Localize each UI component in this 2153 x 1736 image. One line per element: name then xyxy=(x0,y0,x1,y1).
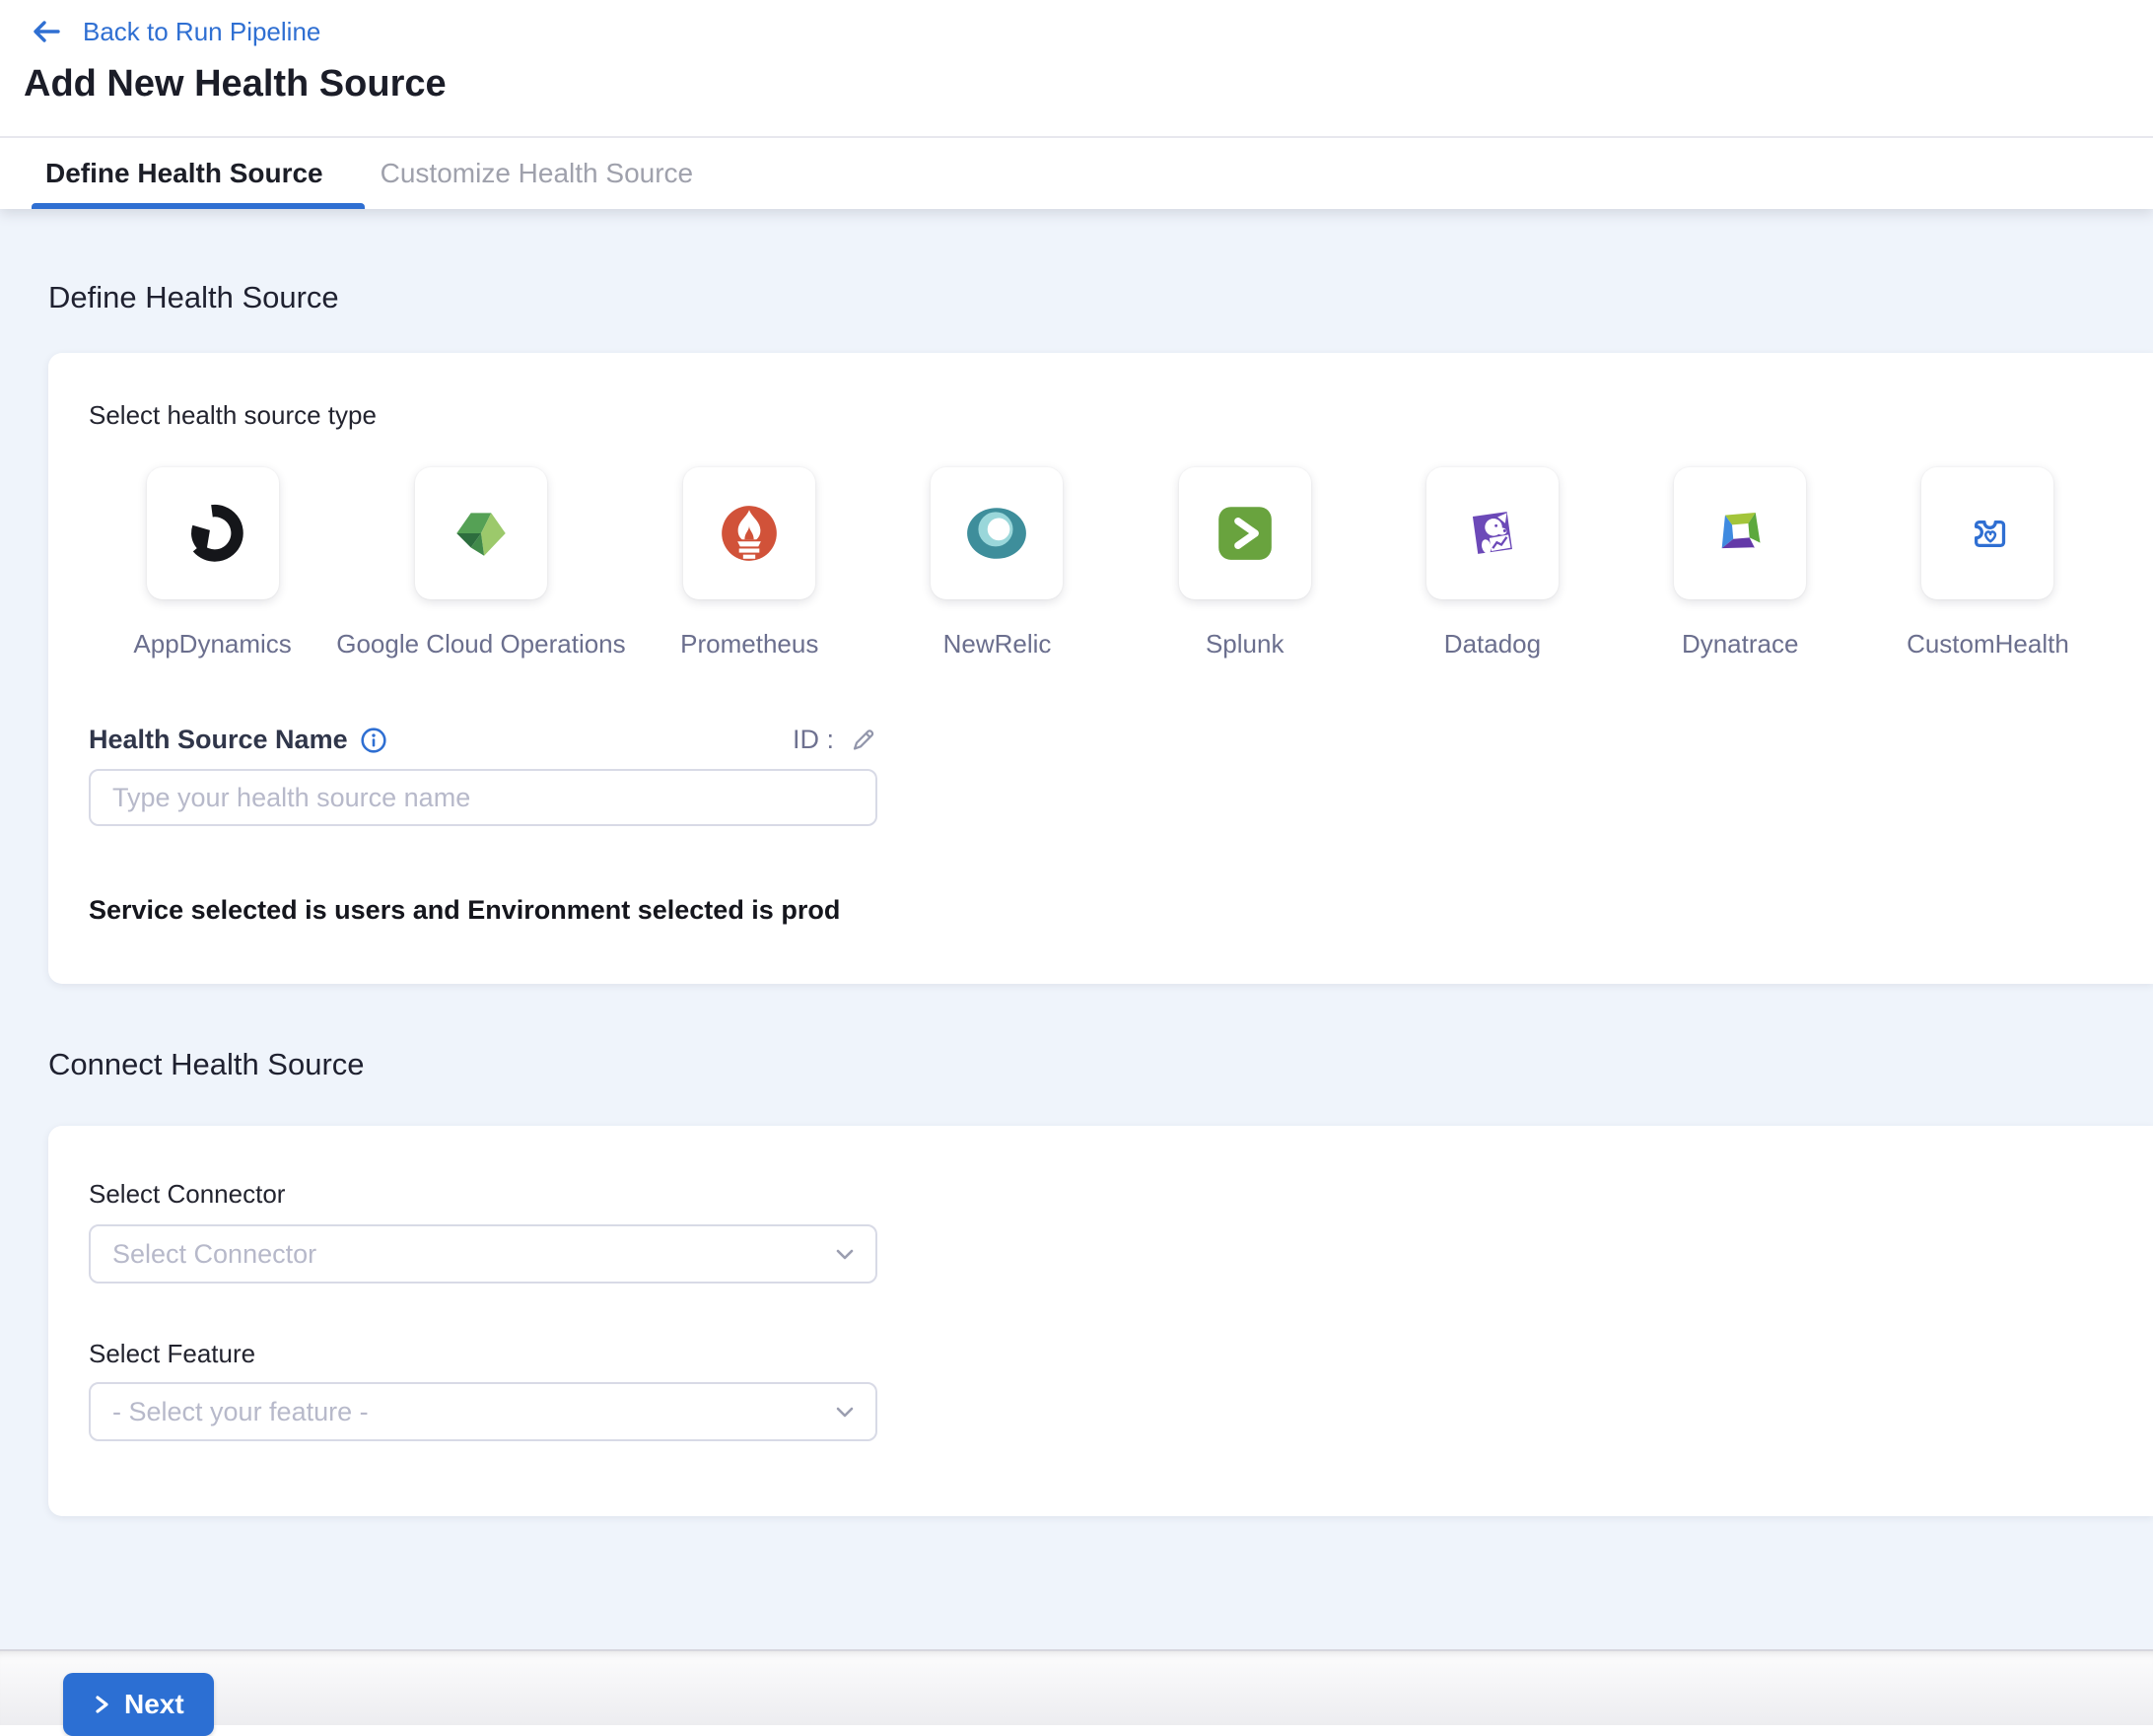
page-title: Add New Health Source xyxy=(24,63,2153,105)
dynatrace-tile[interactable] xyxy=(1674,467,1806,599)
gco-tile[interactable] xyxy=(415,467,547,599)
connector-select-placeholder: Select Connector xyxy=(112,1239,316,1270)
source-label: Splunk xyxy=(1206,629,1285,660)
edit-pencil-icon[interactable] xyxy=(848,726,877,755)
source-option-datadog: Datadog xyxy=(1368,467,1616,660)
source-option-appdynamics: AppDynamics xyxy=(89,467,336,660)
service-environment-note: Service selected is users and Environmen… xyxy=(89,895,2153,926)
active-tab-underline xyxy=(32,203,365,209)
source-option-prometheus: Prometheus xyxy=(626,467,873,660)
define-health-source-card: Select health source type AppDynamics xyxy=(48,353,2153,984)
customhealth-tile[interactable] xyxy=(1921,467,2053,599)
page-header: Back to Run Pipeline Add New Health Sour… xyxy=(0,0,2153,209)
define-section-heading: Define Health Source xyxy=(48,209,2153,315)
chevron-down-icon xyxy=(832,1399,858,1424)
customhealth-puzzle-heart-icon xyxy=(1955,501,2020,566)
source-label: AppDynamics xyxy=(133,629,291,660)
datadog-icon xyxy=(1460,501,1525,566)
appdynamics-icon xyxy=(180,501,245,566)
id-label: ID : xyxy=(793,725,834,755)
health-source-name-row: Health Source Name ID : xyxy=(89,725,877,755)
source-label: Prometheus xyxy=(680,629,818,660)
next-button-label: Next xyxy=(124,1689,184,1720)
health-source-name-label: Health Source Name xyxy=(89,725,348,755)
newrelic-tile[interactable] xyxy=(931,467,1063,599)
tab-label: Define Health Source xyxy=(45,158,323,189)
feature-select[interactable]: - Select your feature - xyxy=(89,1382,877,1441)
info-icon[interactable] xyxy=(360,727,387,754)
tab-bar: Define Health Source Customize Health So… xyxy=(0,136,2153,209)
source-option-dynatrace: Dynatrace xyxy=(1617,467,1864,660)
datadog-tile[interactable] xyxy=(1426,467,1559,599)
select-connector-label: Select Connector xyxy=(89,1179,2153,1209)
footer-bar: Next xyxy=(0,1649,2153,1725)
source-option-newrelic: NewRelic xyxy=(873,467,1121,660)
select-feature-label: Select Feature xyxy=(89,1339,2153,1368)
health-source-name-input[interactable] xyxy=(89,769,877,826)
source-label: Dynatrace xyxy=(1682,629,1799,660)
prometheus-icon xyxy=(717,501,782,566)
tab-customize-health-source[interactable]: Customize Health Source xyxy=(381,138,693,209)
connect-section-heading: Connect Health Source xyxy=(48,984,2153,1082)
source-option-splunk: Splunk xyxy=(1121,467,1368,660)
source-option-gco: Google Cloud Operations xyxy=(336,467,625,660)
back-row: Back to Run Pipeline xyxy=(30,16,2153,47)
appdynamics-tile[interactable] xyxy=(147,467,279,599)
connect-health-source-card: Select Connector Select Connector Select… xyxy=(48,1126,2153,1516)
back-link[interactable]: Back to Run Pipeline xyxy=(83,17,320,47)
dynatrace-icon xyxy=(1707,501,1772,566)
feature-select-placeholder: - Select your feature - xyxy=(112,1397,369,1427)
tab-define-health-source[interactable]: Define Health Source xyxy=(45,138,323,209)
source-label: NewRelic xyxy=(943,629,1052,660)
splunk-tile[interactable] xyxy=(1179,467,1311,599)
next-button[interactable]: Next xyxy=(63,1673,214,1736)
tab-label: Customize Health Source xyxy=(381,158,693,189)
newrelic-icon xyxy=(964,501,1029,566)
source-label: Google Cloud Operations xyxy=(336,629,625,660)
google-cloud-operations-icon xyxy=(449,501,514,566)
chevron-right-icon xyxy=(93,1693,112,1716)
source-label: Datadog xyxy=(1444,629,1541,660)
select-source-type-label: Select health source type xyxy=(89,400,2153,430)
prometheus-tile[interactable] xyxy=(683,467,815,599)
arrow-left-icon[interactable] xyxy=(30,16,63,47)
main-content: Define Health Source Select health sourc… xyxy=(0,209,2153,1649)
splunk-icon xyxy=(1213,501,1278,566)
health-source-type-row: AppDynamics Google Cloud Operations xyxy=(89,467,2112,660)
connector-select[interactable]: Select Connector xyxy=(89,1224,877,1284)
chevron-down-icon xyxy=(832,1241,858,1267)
source-label: CustomHealth xyxy=(1907,629,2069,660)
source-option-customhealth: CustomHealth xyxy=(1864,467,2112,660)
